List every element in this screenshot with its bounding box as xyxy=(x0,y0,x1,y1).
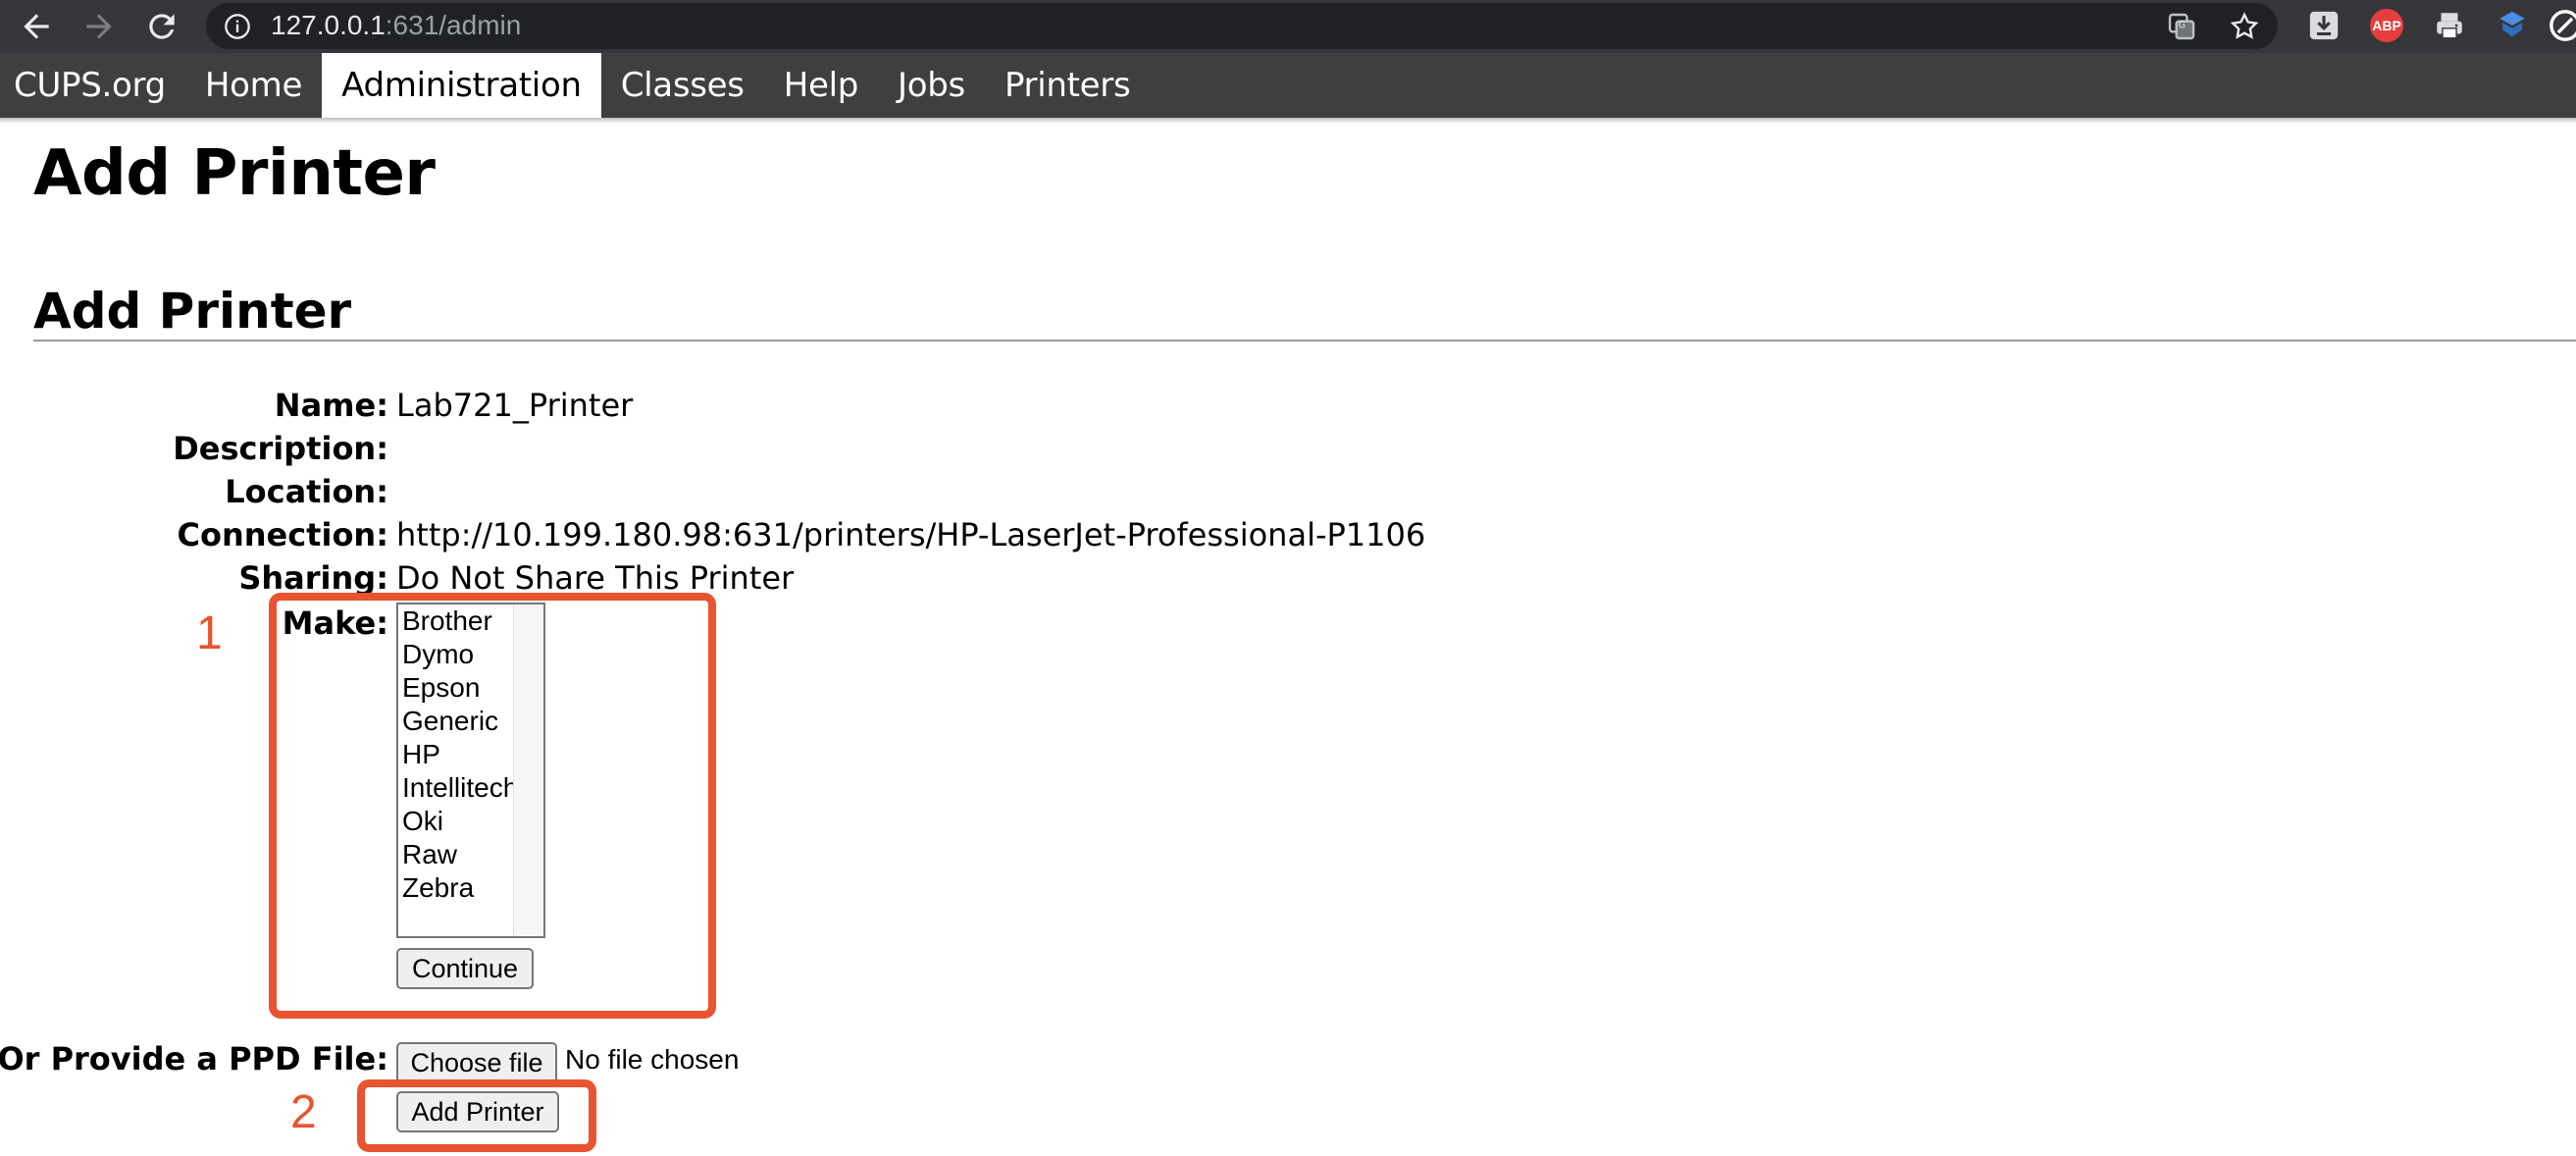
highlight-box-make xyxy=(269,593,716,1019)
translate-icon[interactable]: G xyxy=(2166,11,2197,42)
nav-help[interactable]: Help xyxy=(764,53,878,118)
location-label: Location: xyxy=(225,473,388,510)
highlight-box-add-printer xyxy=(357,1079,596,1152)
download-icon[interactable] xyxy=(2307,9,2341,42)
no-file-chosen-text: No file chosen xyxy=(565,1044,740,1075)
sharing-label: Sharing: xyxy=(238,559,388,597)
back-arrow-icon[interactable] xyxy=(18,8,55,45)
name-value: Lab721_Printer xyxy=(396,387,634,424)
star-icon[interactable] xyxy=(2229,11,2260,42)
url-host: 127.0.0.1 xyxy=(271,10,386,40)
connection-label: Connection: xyxy=(177,516,388,553)
section-divider xyxy=(33,340,2576,342)
info-icon[interactable] xyxy=(224,13,251,40)
profile-icon[interactable] xyxy=(2549,9,2576,42)
browser-toolbar: 127.0.0.1:631/admin G ABP xyxy=(0,0,2576,53)
url-path: :631/admin xyxy=(385,10,522,40)
connection-value: http://10.199.180.98:631/printers/HP-Las… xyxy=(396,516,1426,553)
forward-arrow-icon[interactable] xyxy=(80,8,118,45)
nav-printers[interactable]: Printers xyxy=(985,53,1150,118)
nav-classes[interactable]: Classes xyxy=(601,53,764,118)
name-label: Name: xyxy=(274,387,388,424)
cups-nav-bar: CUPS.org Home Administration Classes Hel… xyxy=(0,53,2576,118)
printer-extension-icon[interactable] xyxy=(2433,9,2466,42)
shield-extension-icon[interactable] xyxy=(2496,9,2529,42)
description-label: Description: xyxy=(173,430,388,467)
reload-icon[interactable] xyxy=(143,8,180,45)
nav-cups-org[interactable]: CUPS.org xyxy=(0,53,185,118)
address-bar[interactable]: 127.0.0.1:631/admin G xyxy=(206,3,2278,49)
url-text: 127.0.0.1:631/admin xyxy=(271,11,521,40)
choose-file-button[interactable]: Choose file xyxy=(396,1042,557,1083)
nav-home[interactable]: Home xyxy=(185,53,322,118)
nav-shadow xyxy=(0,118,2576,124)
annotation-marker-1: 1 xyxy=(196,607,223,659)
ppd-file-label: Or Provide a PPD File: xyxy=(0,1040,388,1077)
page-title: Add Printer xyxy=(33,137,436,210)
section-title: Add Printer xyxy=(33,283,352,340)
svg-text:G: G xyxy=(2179,20,2186,30)
nav-jobs[interactable]: Jobs xyxy=(878,53,985,118)
adblock-icon[interactable]: ABP xyxy=(2370,9,2403,42)
annotation-marker-2: 2 xyxy=(290,1086,317,1138)
nav-administration[interactable]: Administration xyxy=(322,53,601,118)
sharing-value: Do Not Share This Printer xyxy=(396,559,795,597)
